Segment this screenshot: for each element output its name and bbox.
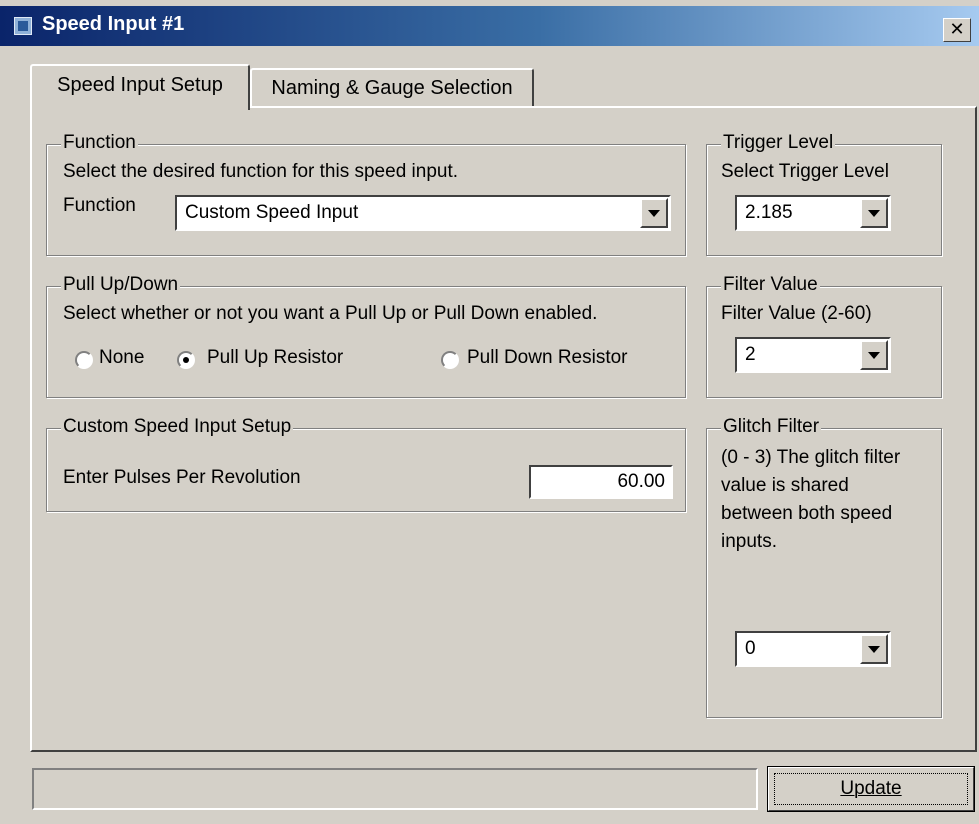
- app-icon: [14, 17, 32, 35]
- trigger-level-value: 2.185: [745, 202, 793, 223]
- glitch-description-line-2: value is shared: [721, 475, 849, 496]
- filter-value-select[interactable]: 2: [735, 337, 891, 373]
- pulses-per-revolution-label: Enter Pulses Per Revolution: [63, 467, 301, 488]
- radio-pull-down-resistor[interactable]: [441, 351, 459, 369]
- trigger-level-description: Select Trigger Level: [721, 161, 889, 182]
- trigger-level-group: Trigger Level Select Trigger Level 2.185: [706, 132, 942, 256]
- pulses-per-revolution-input[interactable]: [529, 465, 673, 499]
- close-button[interactable]: ✕: [943, 18, 971, 42]
- glitch-filter-group: Glitch Filter (0 - 3) The glitch filter …: [706, 416, 942, 718]
- group-label: Custom Speed Input Setup: [61, 416, 294, 438]
- group-label: Function: [61, 132, 138, 154]
- glitch-description-line-3: between both speed: [721, 503, 893, 524]
- window-title: Speed Input #1: [42, 13, 185, 35]
- chevron-down-icon: [868, 646, 880, 653]
- radio-pull-up-label[interactable]: Pull Up Resistor: [207, 347, 343, 369]
- group-label: Pull Up/Down: [61, 274, 181, 296]
- radio-pull-down-label[interactable]: Pull Down Resistor: [467, 347, 628, 369]
- speed-input-window: Speed Input #1 ✕ Naming & Gauge Selectio…: [0, 0, 979, 824]
- update-label: Update: [840, 778, 902, 799]
- status-bar: [32, 768, 758, 810]
- glitch-description-line-1: (0 - 3) The glitch filter: [721, 447, 901, 468]
- glitch-description-line-4: inputs.: [721, 531, 777, 552]
- filter-value-value: 2: [745, 344, 756, 365]
- update-label-wrap: Update: [769, 778, 973, 800]
- group-label: Glitch Filter: [721, 416, 822, 438]
- title-bar[interactable]: Speed Input #1 ✕: [0, 6, 979, 46]
- glitch-filter-value: 0: [745, 638, 756, 659]
- function-group: Function Select the desired function for…: [46, 132, 686, 256]
- tab-naming-gauge-selection[interactable]: Naming & Gauge Selection: [250, 68, 534, 106]
- custom-speed-input-group: Custom Speed Input Setup Enter Pulses Pe…: [46, 416, 686, 512]
- radio-pull-up-resistor[interactable]: [177, 351, 195, 369]
- filter-value-group: Filter Value Filter Value (2-60) 2: [706, 274, 942, 398]
- function-select[interactable]: Custom Speed Input: [175, 195, 671, 231]
- filter-value-description: Filter Value (2-60): [721, 303, 872, 324]
- update-button[interactable]: Update: [767, 766, 975, 812]
- chevron-down-icon: [868, 210, 880, 217]
- tab-panel: Function Select the desired function for…: [30, 106, 977, 752]
- radio-none-label[interactable]: None: [99, 347, 144, 369]
- function-field-label: Function: [63, 195, 136, 216]
- group-label: Trigger Level: [721, 132, 836, 154]
- tab-speed-input-setup[interactable]: Speed Input Setup: [30, 64, 250, 110]
- close-icon: ✕: [949, 19, 965, 40]
- trigger-level-select[interactable]: 2.185: [735, 195, 891, 231]
- filter-value-dropdown-button[interactable]: [860, 340, 888, 370]
- group-label: Filter Value: [721, 274, 820, 296]
- pull-up-down-group: Pull Up/Down Select whether or not you w…: [46, 274, 686, 398]
- chevron-down-icon: [648, 210, 660, 217]
- function-dropdown-button[interactable]: [640, 198, 668, 228]
- tab-label: Speed Input Setup: [57, 74, 223, 96]
- function-description: Select the desired function for this spe…: [63, 161, 459, 182]
- glitch-filter-dropdown-button[interactable]: [860, 634, 888, 664]
- function-select-value: Custom Speed Input: [185, 202, 359, 223]
- pull-description: Select whether or not you want a Pull Up…: [63, 303, 598, 324]
- tab-label: Naming & Gauge Selection: [271, 77, 513, 99]
- glitch-filter-select[interactable]: 0: [735, 631, 891, 667]
- chevron-down-icon: [868, 352, 880, 359]
- radio-none[interactable]: [75, 351, 93, 369]
- trigger-level-dropdown-button[interactable]: [860, 198, 888, 228]
